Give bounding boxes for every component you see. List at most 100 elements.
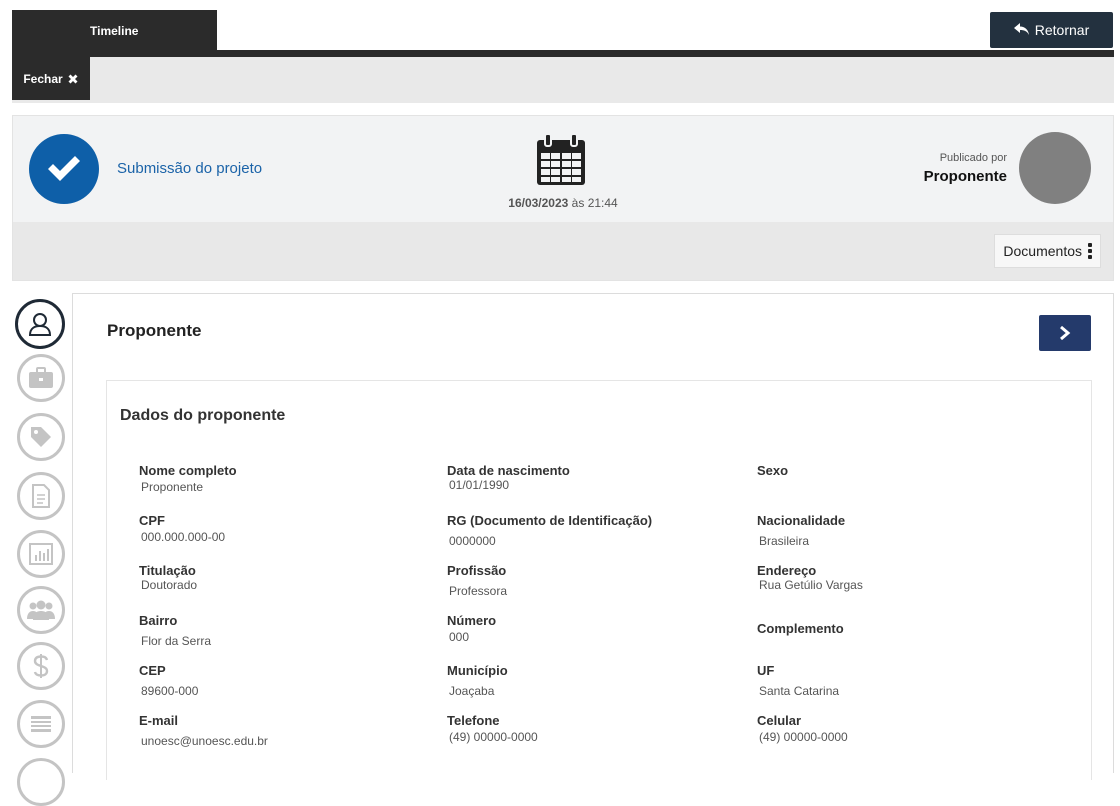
field-cpf: CPF 000.000.000-00: [139, 513, 225, 544]
event-datetime: 16/03/2023 às 21:44: [463, 196, 663, 210]
header-strip: [12, 50, 1114, 57]
group-icon: [27, 600, 55, 620]
field-label: Profissão: [447, 563, 507, 578]
field-numero: Número 000: [447, 613, 496, 644]
field-label: Nome completo: [139, 463, 237, 478]
proponent-data-box: Dados do proponente Nome completo Propon…: [106, 380, 1092, 780]
field-value: Doutorado: [141, 578, 198, 592]
field-label: Bairro: [139, 613, 178, 628]
side-tab-list[interactable]: [17, 700, 65, 748]
side-tab-proponente[interactable]: [15, 299, 65, 349]
panel-title: Proponente: [107, 321, 202, 340]
field-value: Flor da Serra: [141, 634, 212, 648]
side-tab-work[interactable]: [17, 354, 65, 402]
field-municipio: Município Joaçaba: [447, 663, 508, 698]
field-label: Sexo: [757, 463, 789, 478]
event-title[interactable]: Submissão do projeto: [117, 160, 262, 177]
briefcase-icon: [29, 367, 53, 388]
side-tab-tags[interactable]: [17, 413, 65, 461]
field-label: Nacionalidade: [757, 513, 846, 528]
published-by-label: Publicado por: [939, 152, 1007, 164]
field-cep: CEP 89600-000: [139, 663, 198, 698]
event-date-sep: às: [571, 196, 585, 210]
toolbar-bar: [12, 57, 1114, 103]
documents-button[interactable]: Documentos: [994, 234, 1101, 268]
field-label: Telefone: [447, 713, 500, 728]
field-uf: UF Santa Catarina: [757, 663, 839, 698]
event-row: Submissão do projeto 16/03/2023 às 21:44…: [13, 116, 1113, 222]
chevron-right-icon: [1060, 326, 1071, 340]
side-tab-finance[interactable]: [17, 642, 65, 690]
field-value: (49) 00000-0000: [449, 730, 538, 744]
side-tab-team[interactable]: [17, 586, 65, 634]
field-label: Titulação: [139, 563, 196, 578]
documents-label: Documentos: [1003, 243, 1082, 259]
field-value: 0000000: [449, 534, 496, 548]
tag-icon: [31, 427, 51, 447]
field-label: Número: [447, 613, 497, 628]
event-date: 16/03/2023: [508, 196, 569, 210]
published-by-name: Proponente: [923, 168, 1007, 185]
field-titulacao: Titulação Doutorado: [139, 563, 197, 592]
field-label: Data de nascimento: [447, 463, 570, 478]
field-nome-completo: Nome completo Proponente: [139, 463, 237, 494]
list-icon: [31, 716, 51, 732]
field-value: 89600-000: [141, 684, 199, 698]
side-tab-more[interactable]: [17, 758, 65, 806]
field-complemento: Complemento: [757, 621, 844, 638]
check-circle-icon: [29, 134, 99, 204]
field-rg: RG (Documento de Identificação) 0000000: [447, 513, 652, 548]
section-title: Dados do proponente: [120, 407, 286, 424]
field-label: CPF: [139, 513, 165, 528]
field-email: E-mail unoesc@unoesc.edu.br: [139, 713, 268, 748]
field-value: Joaçaba: [449, 684, 495, 698]
field-data-nascimento: Data de nascimento 01/01/1990: [447, 463, 570, 492]
field-sexo: Sexo: [757, 463, 788, 480]
retornar-button[interactable]: Retornar: [990, 12, 1113, 48]
published-by: Publicado por Proponente: [924, 152, 1007, 185]
field-value: (49) 00000-0000: [759, 730, 848, 744]
field-value: Brasileira: [759, 534, 810, 548]
dollar-icon: [33, 654, 49, 678]
field-value: 000.000.000-00: [141, 530, 226, 544]
next-button[interactable]: [1039, 315, 1091, 351]
vertical-dots-icon: [1088, 243, 1092, 259]
avatar: [1019, 132, 1091, 204]
field-label: CEP: [139, 663, 166, 678]
document-icon: [32, 484, 50, 508]
field-label: Endereço: [757, 563, 817, 578]
close-icon: [68, 74, 78, 83]
retornar-label: Retornar: [1034, 22, 1090, 38]
field-label: Celular: [757, 713, 802, 728]
field-bairro: Bairro Flor da Serra: [139, 613, 211, 648]
side-tab-document[interactable]: [17, 472, 65, 520]
event-time: 21:44: [587, 196, 618, 210]
field-value: 01/01/1990: [449, 478, 510, 492]
field-value: Rua Getúlio Vargas: [759, 578, 863, 592]
chart-icon: [29, 543, 53, 565]
tab-timeline[interactable]: Timeline: [12, 10, 217, 52]
details-panel: Proponente Dados do proponente Nome comp…: [72, 293, 1114, 780]
documents-strip: Documentos: [13, 222, 1113, 280]
field-value: Professora: [449, 584, 508, 598]
field-telefone: Telefone (49) 00000-0000: [447, 713, 538, 744]
field-label: RG (Documento de Identificação): [447, 513, 653, 528]
fechar-label: Fechar: [23, 71, 63, 86]
field-endereco: Endereço Rua Getúlio Vargas: [757, 563, 863, 592]
field-value: Proponente: [141, 480, 204, 494]
field-label: Complemento: [757, 621, 844, 636]
calendar-icon: [537, 134, 585, 185]
side-tab-chart[interactable]: [17, 530, 65, 578]
field-celular: Celular (49) 00000-0000: [757, 713, 848, 744]
timeline-event-card: Submissão do projeto 16/03/2023 às 21:44…: [12, 115, 1114, 281]
field-value: 000: [449, 630, 470, 644]
field-label: E-mail: [139, 713, 179, 728]
field-profissao: Profissão Professora: [447, 563, 507, 598]
user-icon: [28, 313, 52, 336]
field-nacionalidade: Nacionalidade Brasileira: [757, 513, 845, 548]
fechar-button[interactable]: Fechar: [12, 57, 90, 100]
field-value: unoesc@unoesc.edu.br: [141, 734, 268, 748]
field-value: Santa Catarina: [759, 684, 840, 698]
reply-icon: [1013, 23, 1029, 35]
field-label: UF: [757, 663, 775, 678]
